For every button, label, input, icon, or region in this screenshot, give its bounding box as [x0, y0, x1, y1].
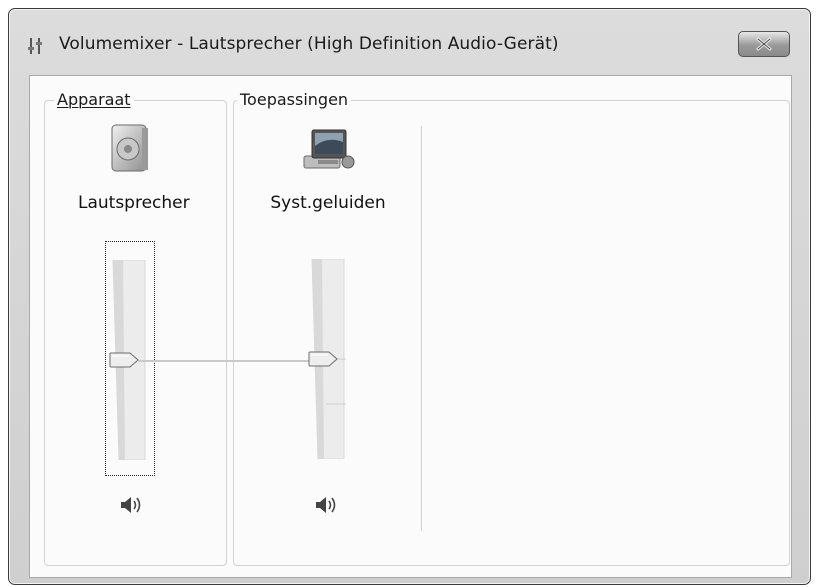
mixer-app-icon — [28, 38, 42, 54]
device-mute-speaker-icon[interactable] — [119, 494, 143, 516]
device-group-legend: Apparaat — [54, 90, 134, 109]
app-name-label: Syst.geluiden — [270, 193, 386, 213]
volume-mixer-window: Volumemixer - Lautsprecher (High Definit… — [8, 8, 811, 585]
system-sounds-icon[interactable] — [298, 126, 358, 174]
title-bar[interactable]: Volumemixer - Lautsprecher (High Definit… — [9, 9, 810, 73]
mixer-client-area: Apparaat Toepassingen Lautsprecher Syst.… — [29, 75, 792, 578]
window-title: Volumemixer - Lautsprecher (High Definit… — [59, 34, 559, 54]
app-column-separator — [421, 126, 422, 531]
device-volume-slider[interactable] — [105, 241, 155, 476]
app-volume-thumb[interactable] — [308, 351, 338, 367]
app-mute-speaker-icon[interactable] — [314, 494, 338, 516]
close-icon — [756, 37, 772, 51]
device-name-label: Lautsprecher — [78, 193, 190, 213]
app-volume-slider[interactable] — [306, 259, 356, 459]
device-volume-thumb[interactable] — [109, 352, 139, 368]
applications-group-legend: Toepassingen — [237, 90, 352, 109]
close-button[interactable] — [738, 31, 790, 57]
speaker-device-icon[interactable] — [106, 122, 154, 174]
